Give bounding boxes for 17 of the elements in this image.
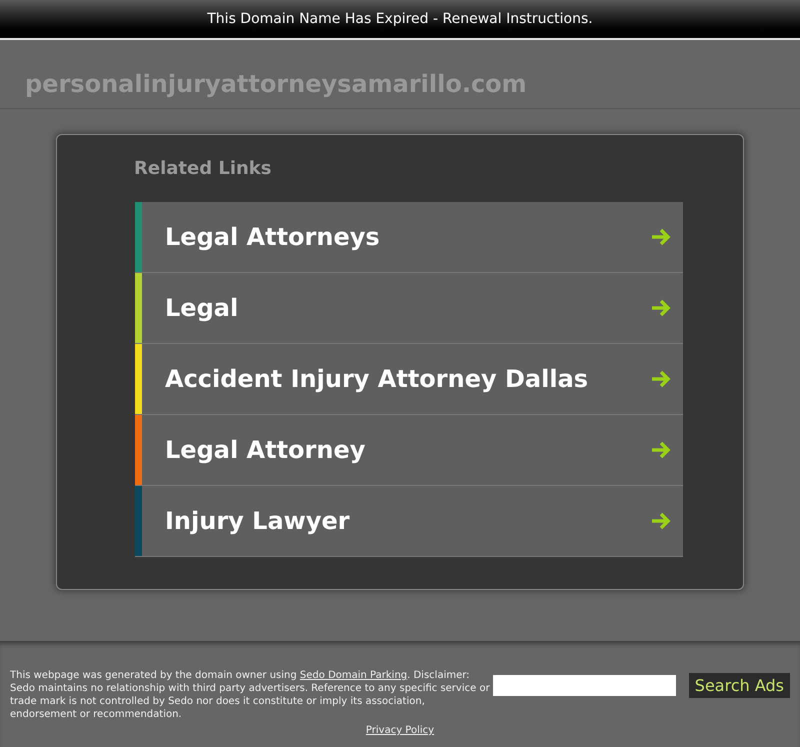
- related-links-heading: Related Links: [134, 159, 272, 179]
- privacy-policy-link[interactable]: Privacy Policy: [366, 724, 434, 737]
- arrow-right-icon: [651, 512, 671, 530]
- renewal-link[interactable]: This Domain Name Has Expired - Renewal Instructions.: [207, 8, 593, 30]
- arrow-right-icon: [651, 299, 671, 317]
- arrow-right-icon: [651, 228, 671, 246]
- disclaimer-text: This webpage was generated by the domain owner using Sedo Domain Parking. Disclaimer: Sedo maintains no relationship with third party advertisers. Reference to any specific service or trade mark is not controlled by Sedo nor does it constitute or imply its association, endorsement or recommendation.: [10, 669, 490, 721]
- related-link[interactable]: Accident Injury Attorney Dallas: [135, 344, 683, 415]
- related-link[interactable]: Injury Lawyer: [135, 486, 683, 557]
- related-link[interactable]: Legal Attorney: [135, 415, 683, 486]
- arrow-right-icon: [651, 370, 671, 388]
- related-link[interactable]: Legal: [135, 273, 683, 344]
- related-link[interactable]: Legal Attorneys: [135, 202, 683, 273]
- search-field[interactable]: [492, 675, 676, 696]
- search-ads-button[interactable]: Search Ads: [688, 673, 790, 698]
- sedo-parking-link[interactable]: Sedo Domain Parking: [300, 670, 408, 681]
- arrow-right-icon: [651, 441, 671, 459]
